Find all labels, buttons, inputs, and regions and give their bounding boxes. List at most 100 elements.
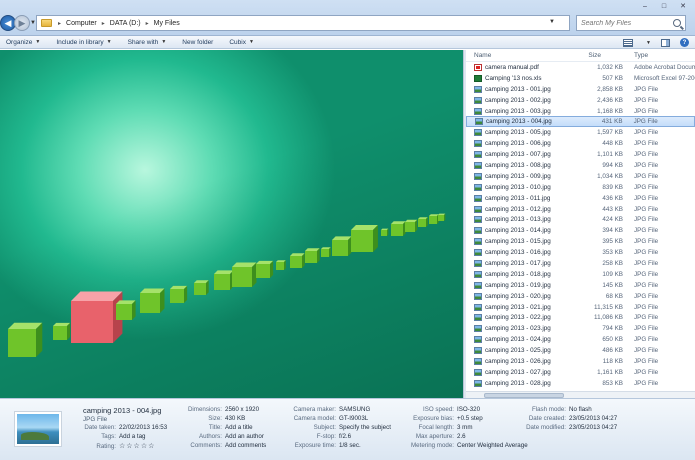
file-row[interactable]: camping 2013 - 025.jpg 486 KB JPG File [466,345,695,356]
file-row[interactable]: camping 2013 - 023.jpg 794 KB JPG File [466,323,695,334]
file-name-text: camping 2013 - 016.jpg [485,249,551,257]
file-name-text: camping 2013 - 022.jpg [485,314,551,322]
view-caret-icon[interactable]: ▼ [646,40,651,46]
green-cube [116,300,136,320]
breadcrumb-my-files[interactable]: My Files [154,20,180,27]
green-cube [214,270,234,290]
detail-key: Comments: [190,442,222,449]
file-name-text: camping 2013 - 007.jpg [485,151,551,159]
address-dropdown-icon[interactable]: ▼ [549,19,555,25]
file-row[interactable]: camping 2013 - 003.jpg 1,168 KB JPG File [466,106,695,117]
file-row[interactable]: camping 2013 - 026.jpg 118 KB JPG File [466,356,695,367]
file-type: JPG File [634,140,659,148]
file-name-text: camping 2013 - 009.jpg [485,172,551,180]
chevron-right-icon[interactable]: ▸ [58,20,61,27]
file-list-header: Name Size Type [466,50,695,62]
file-name-text: camping 2013 - 015.jpg [485,238,551,246]
forward-button[interactable]: ▶ [14,15,30,31]
include-in-library-menu[interactable]: Include in library ▼ [56,39,111,46]
file-row[interactable]: camping 2013 - 015.jpg 395 KB JPG File [466,236,695,247]
file-row[interactable]: camping 2013 - 008.jpg 994 KB JPG File [466,160,695,171]
detail-value[interactable]: Add an author [225,433,264,440]
file-row[interactable]: camping 2013 - 011.jpg 436 KB JPG File [466,193,695,204]
green-cube [391,221,406,236]
image-file-icon [474,151,482,159]
search-box[interactable] [576,15,686,31]
file-row[interactable]: Camping '13 nos.xls 507 KB Microsoft Excel… [466,73,695,84]
new-folder-label: New folder [182,38,214,46]
file-row[interactable]: camping 2013 - 022.jpg 11,086 KB JPG File [466,312,695,323]
search-icon[interactable] [673,19,681,27]
organize-menu[interactable]: Organize ▼ [6,39,40,46]
maximize-button[interactable]: □ [656,1,672,11]
file-size: 839 KB [602,183,623,191]
file-row[interactable]: camping 2013 - 010.jpg 839 KB JPG File [466,182,695,193]
file-row[interactable]: camping 2013 - 017.jpg 258 KB JPG File [466,258,695,269]
file-row[interactable]: camping 2013 - 027.jpg 1,161 KB JPG File [466,367,695,378]
chevron-right-icon[interactable]: ▸ [102,20,105,27]
column-size[interactable]: Size [574,52,629,59]
detail-property: Size: 430 KB [186,415,245,422]
file-row[interactable]: camping 2013 - 016.jpg 353 KB JPG File [466,247,695,258]
image-file-icon [474,238,482,246]
file-row[interactable]: camping 2013 - 012.jpg 443 KB JPG File [466,204,695,215]
detail-value: 1/8 sec. [339,442,361,449]
new-folder-button[interactable]: New folder [182,39,213,46]
file-row[interactable]: camping 2013 - 019.jpg 145 KB JPG File [466,280,695,291]
address-input[interactable]: ▸ Computer ▸ DATA (D:) ▸ My Files ▼ [36,15,570,31]
column-type[interactable]: Type [629,52,695,59]
file-row[interactable]: camping 2013 - 013.jpg 424 KB JPG File [466,214,695,225]
detail-property: Metering mode: Center Weighted Average [408,442,528,449]
green-cube [438,213,446,221]
share-with-menu[interactable]: Share with ▼ [128,39,167,46]
file-name: camping 2013 - 017.jpg [466,259,574,267]
cubix-menu[interactable]: Cubix ▼ [229,39,254,46]
detail-value[interactable]: ☆☆☆☆☆ [119,443,155,450]
help-icon[interactable]: ? [680,38,689,47]
caret-down-icon: ▼ [35,39,41,45]
detail-value[interactable]: Add a tag [119,433,146,440]
file-row[interactable]: camping 2013 - 006.jpg 448 KB JPG File [466,138,695,149]
file-row[interactable]: camera manual.pdf 1,032 KB Adobe Acrobat D… [466,62,695,73]
file-row[interactable]: camping 2013 - 021.jpg 11,315 KB JPG File [466,302,695,313]
file-row[interactable]: camping 2013 - 007.jpg 1,101 KB JPG File [466,149,695,160]
breadcrumb-data-drive[interactable]: DATA (D:) [110,20,141,27]
file-row[interactable]: camping 2013 - 004.jpg 431 KB JPG File [466,116,695,128]
column-name[interactable]: Name [466,52,574,59]
file-row[interactable]: camping 2013 - 028.jpg 853 KB JPG File [466,378,695,389]
detail-value[interactable]: Add comments [225,442,266,449]
file-size: 1,101 KB [597,151,623,159]
file-row[interactable]: camping 2013 - 018.jpg 109 KB JPG File [466,269,695,280]
search-input[interactable] [581,19,673,27]
file-row[interactable]: camping 2013 - 014.jpg 394 KB JPG File [466,225,695,236]
file-row[interactable]: camping 2013 - 009.jpg 1,034 KB JPG File [466,171,695,182]
file-name: camping 2013 - 027.jpg [466,368,574,376]
detail-value[interactable]: Add a title [225,424,253,431]
detail-property: Focal length: 3 mm [408,424,473,431]
image-file-icon [474,172,482,180]
minimize-button[interactable]: – [637,1,653,11]
chevron-right-icon[interactable]: ▸ [146,20,149,27]
file-row[interactable]: camping 2013 - 020.jpg 68 KB JPG File [466,291,695,302]
file-name: camping 2013 - 006.jpg [466,140,574,148]
file-name: camping 2013 - 020.jpg [466,292,574,300]
horizontal-scrollbar[interactable] [466,391,695,398]
file-row[interactable]: camping 2013 - 002.jpg 2,436 KB JPG File [466,95,695,106]
file-size: 1,168 KB [597,107,623,115]
preview-pane-icon[interactable] [661,38,670,47]
file-row[interactable]: camping 2013 - 024.jpg 650 KB JPG File [466,334,695,345]
file-type: JPG File [634,249,659,257]
detail-key: Subject: [313,424,336,431]
change-view-icon[interactable] [623,38,634,47]
file-name: camping 2013 - 026.jpg [466,357,574,365]
file-row[interactable]: camping 2013 - 005.jpg 1,597 KB JPG File [466,127,695,138]
green-cube [8,322,43,357]
close-button[interactable]: ✕ [675,1,691,11]
breadcrumb-computer[interactable]: Computer [66,20,97,27]
details-pane: camping 2013 - 004.jpg JPG File Date tak… [0,398,695,460]
detail-value[interactable]: Specify the subject [339,424,391,431]
file-size: 2,858 KB [597,85,623,93]
file-name-text: camera manual.pdf [485,63,539,71]
image-file-icon [474,303,482,311]
file-row[interactable]: camping 2013 - 001.jpg 2,858 KB JPG File [466,84,695,95]
